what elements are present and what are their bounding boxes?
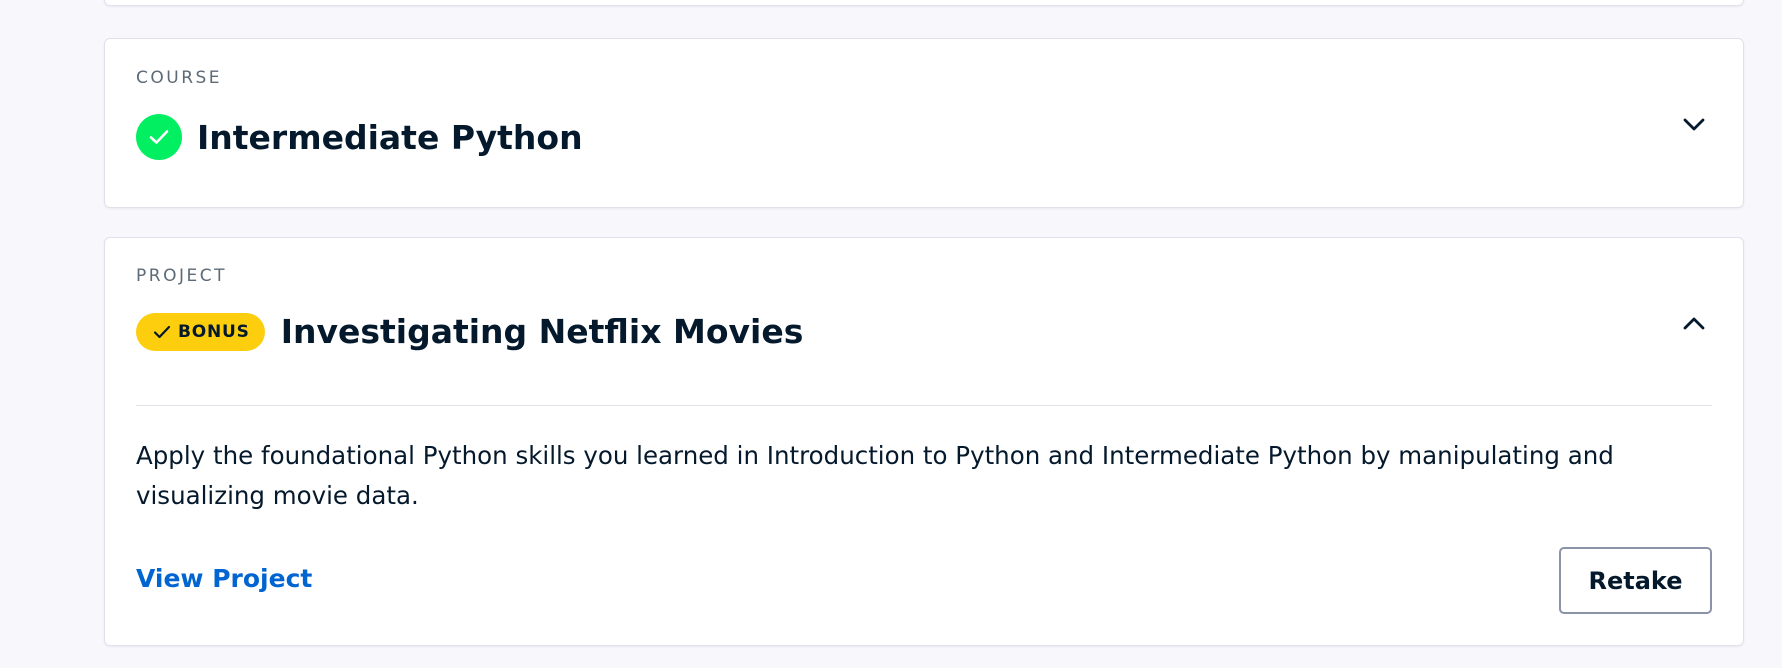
project-type-label: PROJECT xyxy=(136,266,227,286)
badge-label: BONUS xyxy=(178,321,250,342)
chevron-down-icon[interactable] xyxy=(1681,111,1707,137)
check-icon xyxy=(153,325,171,338)
course-type-label: COURSE xyxy=(136,68,223,88)
previous-card xyxy=(104,0,1744,6)
check-circle-icon xyxy=(136,114,182,160)
retake-button[interactable]: Retake xyxy=(1559,547,1712,614)
project-card: PROJECT BONUS Investigating Netflix Movi… xyxy=(104,237,1744,646)
bonus-badge: BONUS xyxy=(136,312,265,351)
course-title-row: Intermediate Python xyxy=(136,114,583,160)
project-description: Apply the foundational Python skills you… xyxy=(136,441,1614,510)
divider xyxy=(136,405,1712,406)
chevron-up-icon[interactable] xyxy=(1681,310,1707,336)
project-title-row: BONUS Investigating Netflix Movies xyxy=(136,312,803,351)
view-project-link[interactable]: View Project xyxy=(136,564,312,593)
course-title: Intermediate Python xyxy=(197,117,583,157)
course-card[interactable]: COURSE Intermediate Python xyxy=(104,38,1744,208)
project-title: Investigating Netflix Movies xyxy=(280,312,804,351)
